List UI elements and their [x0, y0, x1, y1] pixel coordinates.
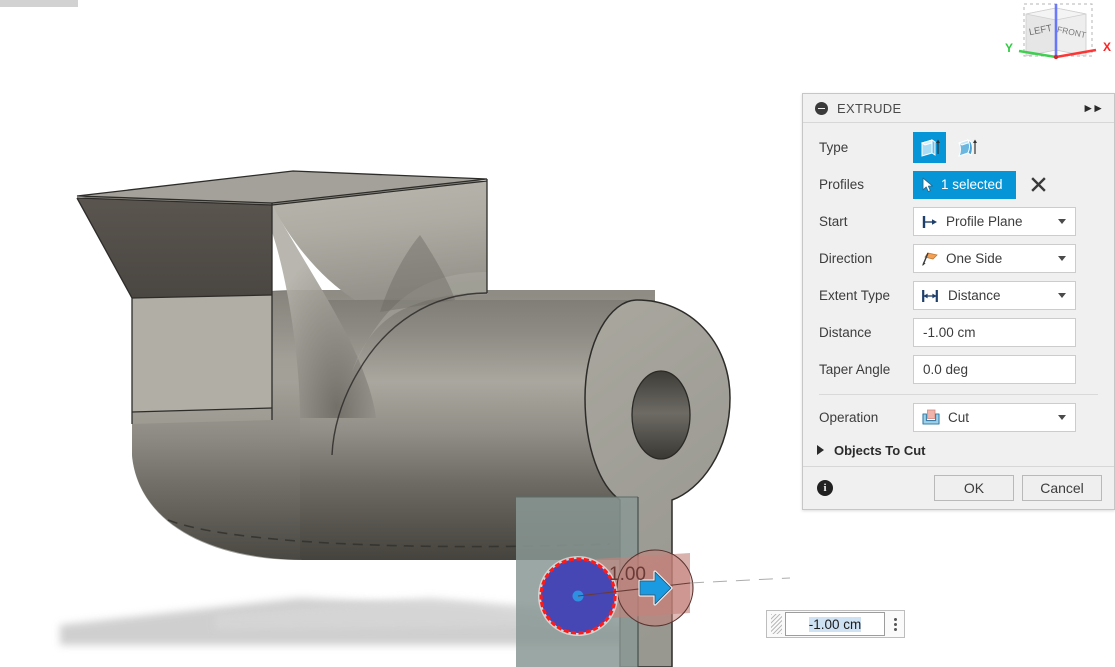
chevron-down-icon[interactable]	[1058, 293, 1066, 298]
label-extent-type: Extent Type	[819, 288, 891, 303]
objects-to-cut-section[interactable]: Objects To Cut	[803, 436, 1114, 464]
cursor-arrow-icon	[921, 177, 935, 193]
chevron-right-icon[interactable]	[817, 445, 824, 455]
one-side-icon	[921, 251, 939, 267]
floating-input-value: -1.00 cm	[808, 616, 862, 632]
cancel-button[interactable]: Cancel	[1022, 475, 1102, 501]
row-profiles: Profiles 1 selected	[803, 166, 1114, 203]
row-operation: Operation Cut	[803, 399, 1114, 436]
label-type: Type	[819, 140, 849, 155]
label-operation: Operation	[819, 410, 879, 425]
distance-input[interactable]: -1.00 cm	[913, 318, 1076, 347]
double-chevron-right-icon[interactable]: ►►	[1082, 101, 1104, 115]
dialog-title: EXTRUDE	[837, 100, 902, 116]
row-taper-angle: Taper Angle 0.0 deg	[803, 351, 1114, 388]
dialog-footer: i OK Cancel	[803, 466, 1114, 509]
floating-input-box[interactable]: -1.00 cm	[785, 612, 885, 636]
info-icon[interactable]: i	[817, 480, 833, 496]
label-profiles: Profiles	[819, 177, 865, 192]
extrude-dialog[interactable]: EXTRUDE ►► Type Profiles 1 selected Star…	[802, 93, 1115, 510]
row-start: Start Profile Plane	[803, 203, 1114, 240]
section-divider	[819, 394, 1098, 395]
chevron-down-icon[interactable]	[1058, 219, 1066, 224]
start-value: Profile Plane	[946, 214, 1023, 229]
label-start: Start	[819, 214, 848, 229]
minus-circle-icon[interactable]	[815, 101, 828, 115]
profiles-value: 1 selected	[941, 177, 1003, 192]
distance-value: -1.00 cm	[923, 325, 976, 340]
label-taper-angle: Taper Angle	[819, 362, 891, 377]
row-distance: Distance -1.00 cm	[803, 314, 1114, 351]
chevron-down-icon[interactable]	[1058, 415, 1066, 420]
drag-grip-icon[interactable]	[771, 614, 782, 634]
close-icon[interactable]	[1030, 176, 1048, 194]
axis-x-label: X	[1103, 40, 1111, 54]
axis-y-label: Y	[1005, 41, 1013, 55]
label-distance: Distance	[819, 325, 872, 340]
floating-distance-input[interactable]: -1.00 cm	[766, 610, 905, 638]
distance-icon	[921, 288, 941, 304]
row-extent-type: Extent Type Distance	[803, 277, 1114, 314]
start-dropdown[interactable]: Profile Plane	[913, 207, 1076, 236]
direction-dropdown[interactable]: One Side	[913, 244, 1076, 273]
row-direction: Direction One Side	[803, 240, 1114, 277]
axis-origin-dot	[1053, 54, 1059, 60]
ok-button[interactable]: OK	[934, 475, 1014, 501]
direction-value: One Side	[946, 251, 1003, 266]
three-dots-vertical-icon[interactable]	[888, 617, 902, 631]
row-type: Type	[803, 129, 1114, 166]
profile-plane-icon	[921, 214, 939, 230]
extent-type-dropdown[interactable]: Distance	[913, 281, 1076, 310]
label-direction: Direction	[819, 251, 873, 266]
operation-value: Cut	[948, 410, 970, 425]
dialog-body: Type Profiles 1 selected Start Profile P…	[803, 123, 1114, 466]
view-cube[interactable]: LEFT FRONT X Y	[995, 0, 1115, 78]
profiles-select-button[interactable]: 1 selected	[913, 170, 1016, 199]
toolbar-stub	[0, 0, 78, 7]
extent-type-value: Distance	[948, 288, 1001, 303]
objects-to-cut-label: Objects To Cut	[834, 442, 926, 458]
extrude-taper-icon[interactable]	[950, 132, 983, 163]
dialog-header[interactable]: EXTRUDE ►►	[803, 94, 1114, 123]
cut-operation-icon	[921, 409, 941, 426]
extrude-solid-glyph	[920, 138, 940, 157]
operation-dropdown[interactable]: Cut	[913, 403, 1076, 432]
chevron-down-icon[interactable]	[1058, 256, 1066, 261]
taper-angle-value: 0.0 deg	[923, 362, 969, 377]
extrude-taper-glyph	[957, 138, 977, 157]
taper-angle-input[interactable]: 0.0 deg	[913, 355, 1076, 384]
extrude-solid-icon[interactable]	[913, 132, 946, 163]
